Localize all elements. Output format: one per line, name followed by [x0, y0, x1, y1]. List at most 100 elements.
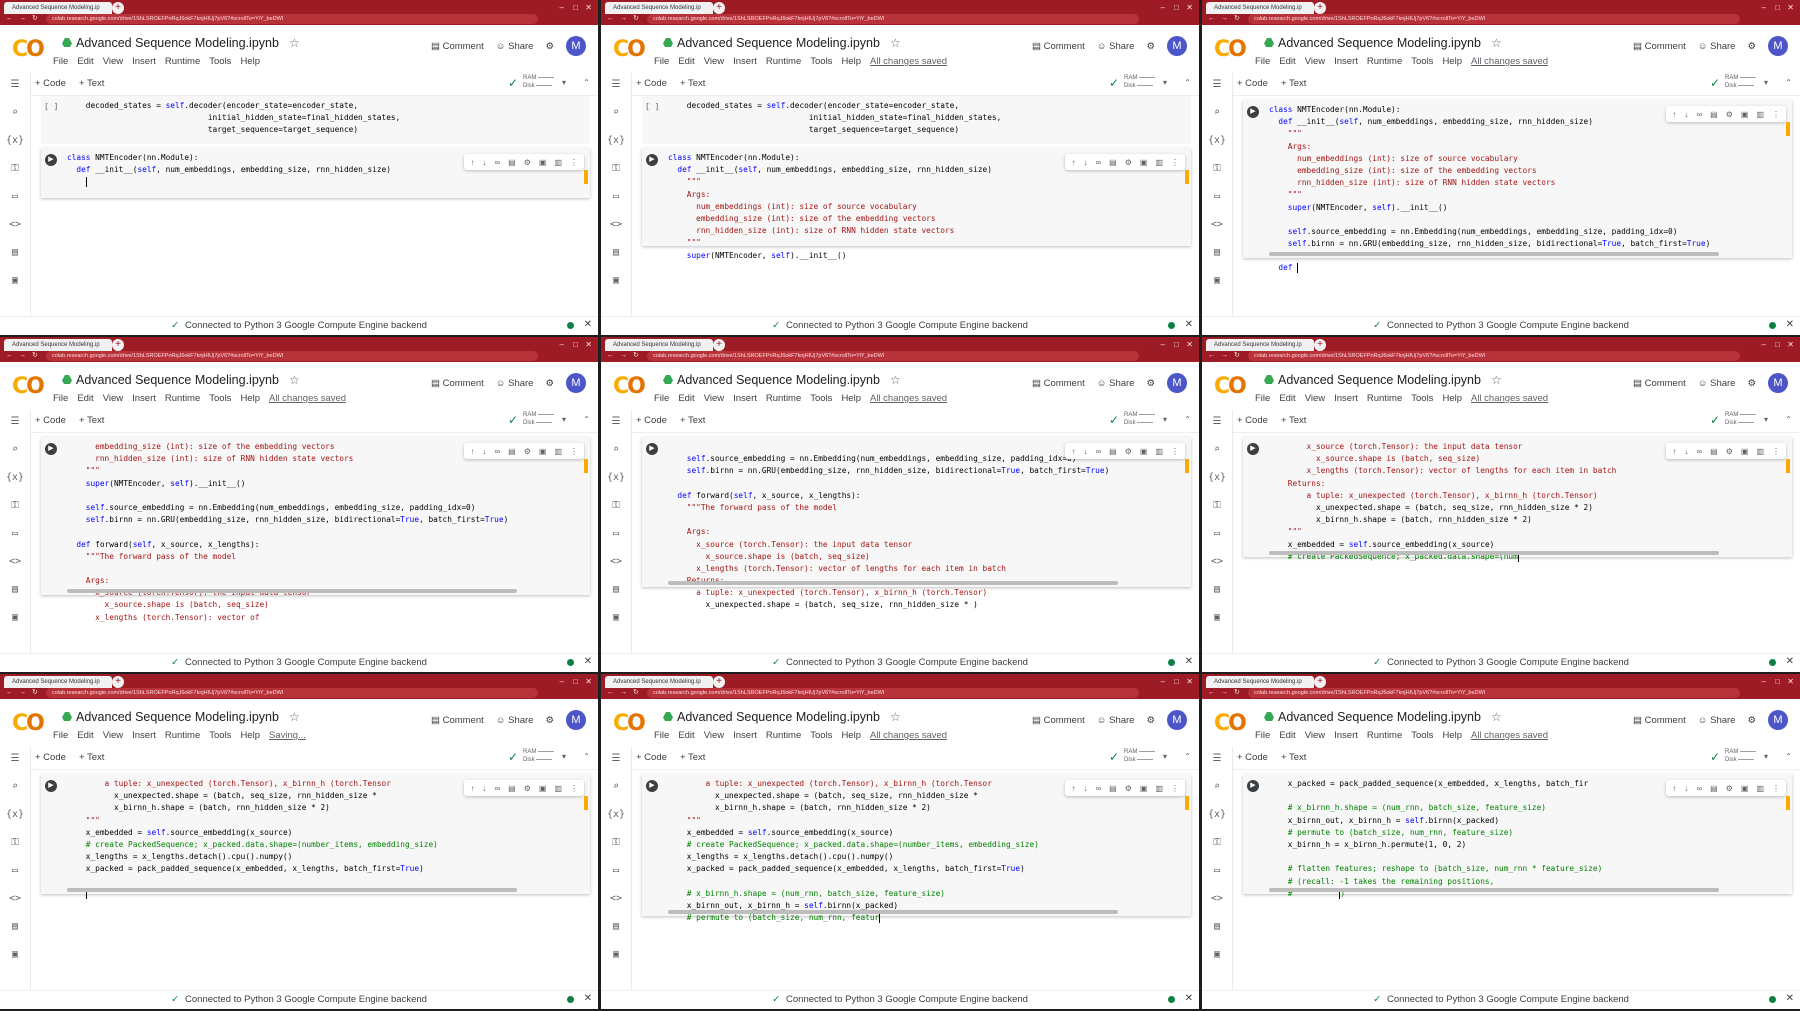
save-status[interactable]: All changes saved: [870, 56, 947, 67]
save-status[interactable]: Saving...: [269, 730, 306, 741]
colab-logo[interactable]: CO: [12, 374, 45, 399]
link-icon[interactable]: ∞: [494, 158, 500, 167]
menu-view[interactable]: View: [704, 56, 724, 67]
arrow-up-icon[interactable]: ↑: [470, 447, 474, 456]
code-cell[interactable]: [ ] decoded_states = self.decoder(encode…: [642, 96, 1191, 159]
menu-insert[interactable]: Insert: [733, 56, 757, 67]
new-tab-icon[interactable]: +: [112, 2, 124, 14]
window-max-icon[interactable]: □: [573, 677, 578, 686]
add-code-button[interactable]: + Code: [35, 752, 66, 763]
save-status[interactable]: All changes saved: [1471, 730, 1548, 741]
code-cell[interactable]: ▶ a tuple: x_unexpected (torch.Tensor), …: [642, 774, 1191, 924]
window-max-icon[interactable]: □: [1174, 3, 1179, 12]
secrets-icon[interactable]: ⚿: [601, 500, 631, 511]
colab-logo[interactable]: CO: [613, 711, 646, 736]
close-status-icon[interactable]: ✕: [584, 993, 592, 1004]
menu-file[interactable]: File: [654, 730, 669, 741]
comment-button[interactable]: ▤ Comment: [1633, 41, 1686, 52]
window-min-icon[interactable]: –: [560, 677, 564, 686]
gear-icon[interactable]: ⚙: [1125, 158, 1132, 167]
secrets-icon[interactable]: ⚿: [1202, 837, 1232, 848]
arrow-up-icon[interactable]: ↑: [1071, 784, 1075, 793]
notebook-title[interactable]: Advanced Sequence Modeling.ipynb ☆: [663, 710, 901, 724]
colab-logo[interactable]: CO: [613, 374, 646, 399]
code-cell[interactable]: ▶ class NMTEncoder(nn.Module): def __init…: [642, 148, 1191, 260]
colab-logo[interactable]: CO: [1214, 37, 1247, 62]
star-icon[interactable]: ☆: [890, 710, 901, 724]
terminal-icon[interactable]: ▣: [601, 275, 631, 286]
reload-icon[interactable]: ↻: [1234, 688, 1240, 698]
arrow-up-icon[interactable]: ↑: [1672, 447, 1676, 456]
add-text-button[interactable]: + Text: [680, 415, 705, 426]
arrow-up-icon[interactable]: ↑: [470, 784, 474, 793]
new-tab-icon[interactable]: +: [112, 676, 124, 688]
toc-icon[interactable]: ☰: [0, 753, 30, 764]
address-bar[interactable]: colab.research.google.com/drive/1ShLSROE…: [46, 351, 538, 361]
window-min-icon[interactable]: –: [1762, 3, 1766, 12]
resource-monitor[interactable]: RAM Disk: [523, 748, 554, 764]
menu-view[interactable]: View: [704, 393, 724, 404]
avatar[interactable]: M: [1167, 373, 1187, 393]
run-cell-icon[interactable]: ▶: [45, 780, 57, 792]
menu-file[interactable]: File: [654, 393, 669, 404]
menu-runtime[interactable]: Runtime: [1367, 730, 1402, 741]
runtime-dropdown-icon[interactable]: ▾: [1163, 752, 1167, 761]
menu-insert[interactable]: Insert: [1334, 393, 1358, 404]
avatar[interactable]: M: [1768, 36, 1788, 56]
menu-view[interactable]: View: [1305, 56, 1325, 67]
code-editor[interactable]: x_packed = pack_padded_sequence(x_embedd…: [1269, 778, 1780, 900]
code-snippets-icon[interactable]: <>: [1202, 556, 1232, 567]
run-cell-icon[interactable]: ▶: [45, 154, 57, 166]
arrow-down-icon[interactable]: ↓: [1684, 447, 1688, 456]
code-cell[interactable]: ▶ class NMTEncoder(nn.Module): def __init…: [41, 148, 590, 198]
variables-icon[interactable]: {x}: [601, 135, 631, 146]
run-cell-icon[interactable]: ▶: [646, 780, 658, 792]
more-icon[interactable]: ⋮: [1171, 447, 1179, 456]
files-icon[interactable]: ▭: [601, 528, 631, 539]
browser-tab[interactable]: Advanced Sequence Modeling.ip: [1206, 676, 1314, 688]
menu-edit[interactable]: Edit: [1279, 393, 1295, 404]
delete-icon[interactable]: ▥: [1155, 158, 1163, 167]
comment-button[interactable]: ▤ Comment: [431, 41, 484, 52]
link-icon[interactable]: ∞: [1696, 784, 1702, 793]
gear-icon[interactable]: ⚙: [1726, 110, 1733, 119]
run-cell-icon[interactable]: ▶: [1247, 443, 1259, 455]
comment-icon[interactable]: ▤: [1109, 447, 1117, 456]
forward-icon[interactable]: →: [620, 688, 627, 698]
command-palette-icon[interactable]: ▤: [601, 921, 631, 932]
star-icon[interactable]: ☆: [1491, 710, 1502, 724]
window-min-icon[interactable]: –: [1762, 340, 1766, 349]
save-status[interactable]: All changes saved: [269, 393, 346, 404]
runtime-dropdown-icon[interactable]: ▾: [1764, 78, 1768, 87]
new-tab-icon[interactable]: +: [112, 339, 124, 351]
window-close-icon[interactable]: ✕: [585, 677, 592, 686]
add-text-button[interactable]: + Text: [79, 752, 104, 763]
code-cell[interactable]: ▶ x_packed = pack_padded_sequence(x_embe…: [1243, 774, 1792, 899]
menu-runtime[interactable]: Runtime: [1367, 56, 1402, 67]
arrow-down-icon[interactable]: ↓: [482, 158, 486, 167]
new-tab-icon[interactable]: +: [1314, 676, 1326, 688]
menu-runtime[interactable]: Runtime: [165, 730, 200, 741]
share-button[interactable]: ☺ Share: [1097, 41, 1135, 52]
code-cell[interactable]: [ ] decoded_states = self.decoder(encode…: [41, 96, 590, 159]
browser-tab[interactable]: Advanced Sequence Modeling.ip: [605, 339, 713, 351]
collapse-icon[interactable]: ⌃: [1785, 752, 1792, 761]
command-palette-icon[interactable]: ▤: [1202, 921, 1232, 932]
notebook-title-text[interactable]: Advanced Sequence Modeling.ipynb: [76, 36, 279, 50]
toc-icon[interactable]: ☰: [1202, 79, 1232, 90]
settings-gear-icon[interactable]: ⚙: [1747, 41, 1756, 52]
menu-insert[interactable]: Insert: [1334, 56, 1358, 67]
menu-tools[interactable]: Tools: [209, 730, 231, 741]
more-icon[interactable]: ⋮: [1171, 784, 1179, 793]
address-bar[interactable]: colab.research.google.com/drive/1ShLSROE…: [46, 688, 538, 698]
add-text-button[interactable]: + Text: [1281, 752, 1306, 763]
variables-icon[interactable]: {x}: [1202, 809, 1232, 820]
add-code-button[interactable]: + Code: [35, 415, 66, 426]
resource-monitor[interactable]: RAM Disk: [1124, 411, 1155, 427]
add-code-button[interactable]: + Code: [636, 415, 667, 426]
runtime-dropdown-icon[interactable]: ▾: [1163, 415, 1167, 424]
add-text-button[interactable]: + Text: [680, 752, 705, 763]
comment-button[interactable]: ▤ Comment: [1032, 378, 1085, 389]
comment-icon[interactable]: ▤: [1109, 158, 1117, 167]
menu-runtime[interactable]: Runtime: [165, 393, 200, 404]
